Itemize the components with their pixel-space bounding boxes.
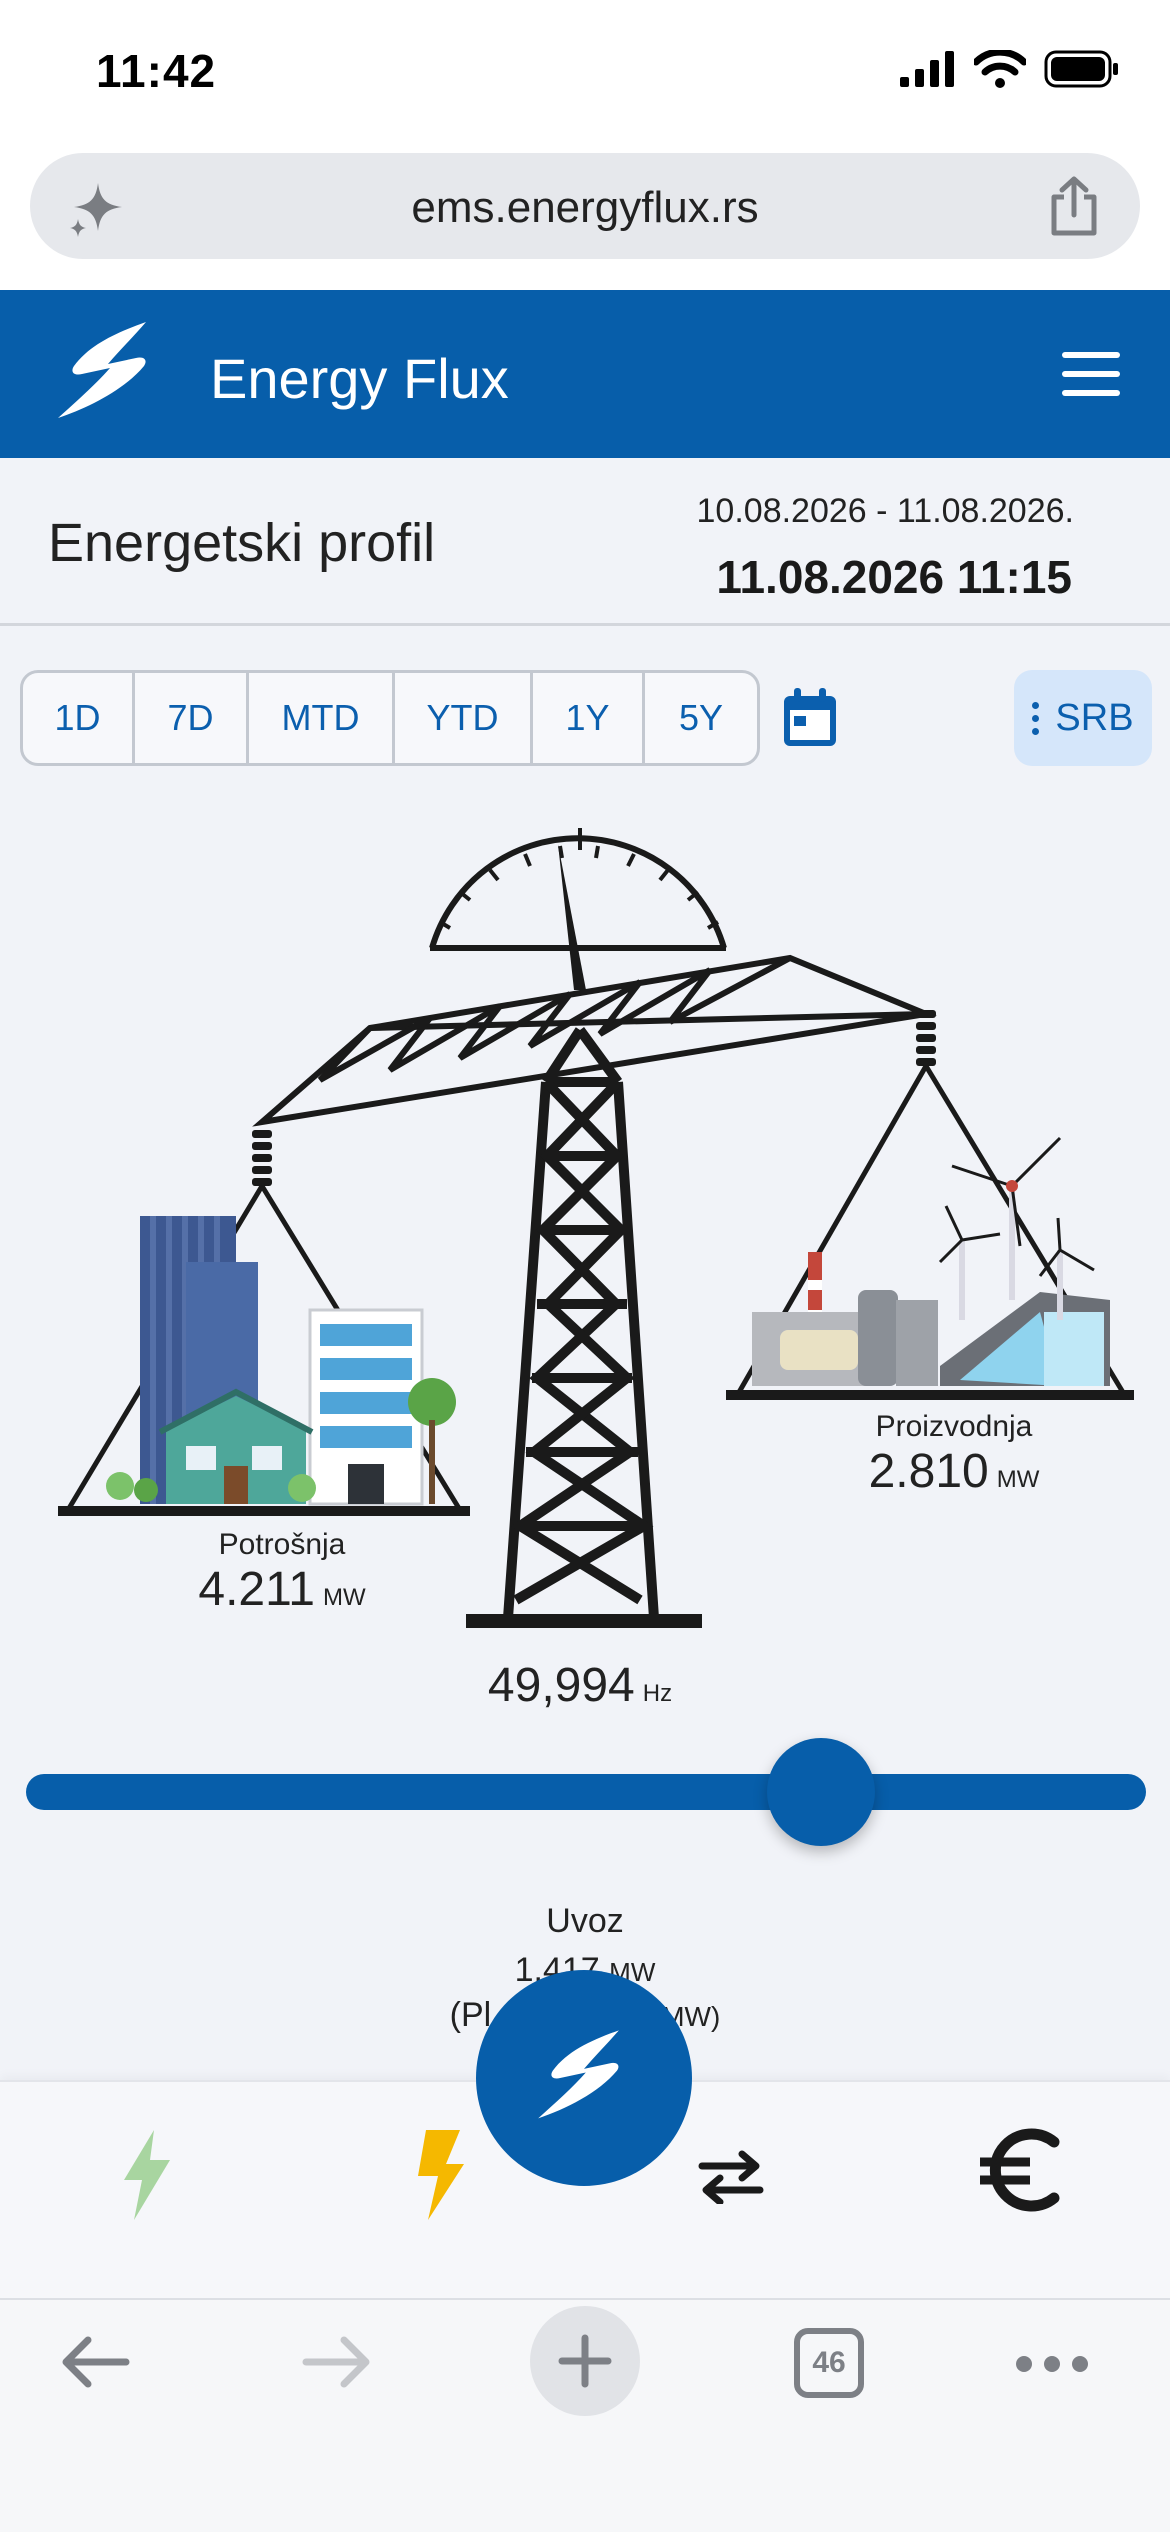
power-plants-icon (752, 1136, 1110, 1386)
period-selector: 1D 7D MTD YTD 1Y 5Y (20, 670, 760, 766)
consumption-value: 4.211 (198, 1563, 315, 1616)
energy-balance-illustration: Potrošnja 4.211 MW Proizvodnja 2.810 MW 49… (0, 800, 1170, 1720)
hamburger-menu-icon[interactable] (1062, 352, 1120, 396)
profile-header: Energetski profil 10.08.2026 - 11.08.202… (0, 458, 1170, 626)
signal-icon (900, 51, 954, 87)
date-range: 10.08.2026 - 11.08.2026. (696, 492, 1074, 530)
lightning-icon[interactable] (412, 2130, 466, 2220)
status-bar: 11:42 (0, 0, 1170, 145)
new-tab-button[interactable] (530, 2306, 640, 2416)
consumption-unit: MW (322, 1584, 366, 1611)
energy-flux-fab-icon (538, 2030, 619, 2119)
import-sub-prefix: (Pl (449, 1996, 492, 2034)
period-1y-button[interactable]: 1Y (533, 673, 645, 763)
region-selector-button[interactable]: SRB (1014, 670, 1152, 766)
more-vertical-icon (1032, 701, 1040, 735)
transmission-tower (503, 1027, 659, 1619)
battery-icon (1044, 50, 1118, 88)
import-label: Uvoz (546, 1902, 624, 1940)
frequency-value: 49,994 (487, 1659, 635, 1712)
current-datetime: 11.08.2026 11:15 (716, 551, 1072, 603)
frequency-gauge-icon (429, 828, 727, 990)
page-title: Energetski profil (48, 513, 436, 573)
renewable-icon[interactable] (120, 2130, 174, 2220)
app-header: Energy Flux (0, 290, 1170, 458)
share-icon[interactable] (1046, 175, 1102, 237)
calendar-icon[interactable] (780, 686, 840, 750)
url-text: ems.energyflux.rs (411, 183, 759, 232)
period-7d-button[interactable]: 7D (135, 673, 249, 763)
production-unit: MW (996, 1466, 1040, 1493)
more-options-icon[interactable] (1016, 2356, 1088, 2372)
region-label: SRB (1055, 696, 1134, 739)
status-time: 11:42 (96, 45, 217, 97)
forward-arrow-icon[interactable] (302, 2334, 374, 2390)
plus-icon (558, 2334, 612, 2388)
period-ytd-button[interactable]: YTD (395, 673, 533, 763)
city-buildings-icon (106, 1216, 456, 1506)
energy-flux-fab-button[interactable] (476, 1970, 692, 2186)
url-field[interactable]: ems.energyflux.rs (30, 153, 1140, 259)
period-5y-button[interactable]: 5Y (645, 673, 757, 763)
consumption-metric: Potrošnja 4.211 MW (142, 1528, 422, 1617)
wifi-icon (974, 50, 1026, 88)
app-title: Energy Flux (210, 347, 509, 410)
balance-slider-handle[interactable] (767, 1738, 876, 1846)
production-metric: Proizvodnja 2.810 MW (814, 1410, 1094, 1499)
production-value: 2.810 (868, 1445, 989, 1498)
balance-slider-track[interactable] (26, 1774, 1146, 1810)
consumption-label: Potrošnja (218, 1528, 346, 1561)
frequency-unit: Hz (642, 1680, 673, 1707)
exchange-icon[interactable] (696, 2150, 766, 2204)
browser-address-bar: ems.energyflux.rs (0, 145, 1170, 290)
euro-icon[interactable] (976, 2126, 1060, 2214)
back-arrow-icon[interactable] (58, 2334, 130, 2390)
status-icons (900, 50, 1120, 88)
energy-flux-logo-icon[interactable] (48, 314, 168, 434)
period-1d-button[interactable]: 1D (23, 673, 135, 763)
production-label: Proizvodnja (875, 1410, 1033, 1443)
tab-count-button[interactable]: 46 (794, 2328, 864, 2398)
period-mtd-button[interactable]: MTD (249, 673, 395, 763)
scale-beam (252, 954, 937, 1127)
frequency-metric: 49,994 Hz (440, 1658, 720, 1713)
